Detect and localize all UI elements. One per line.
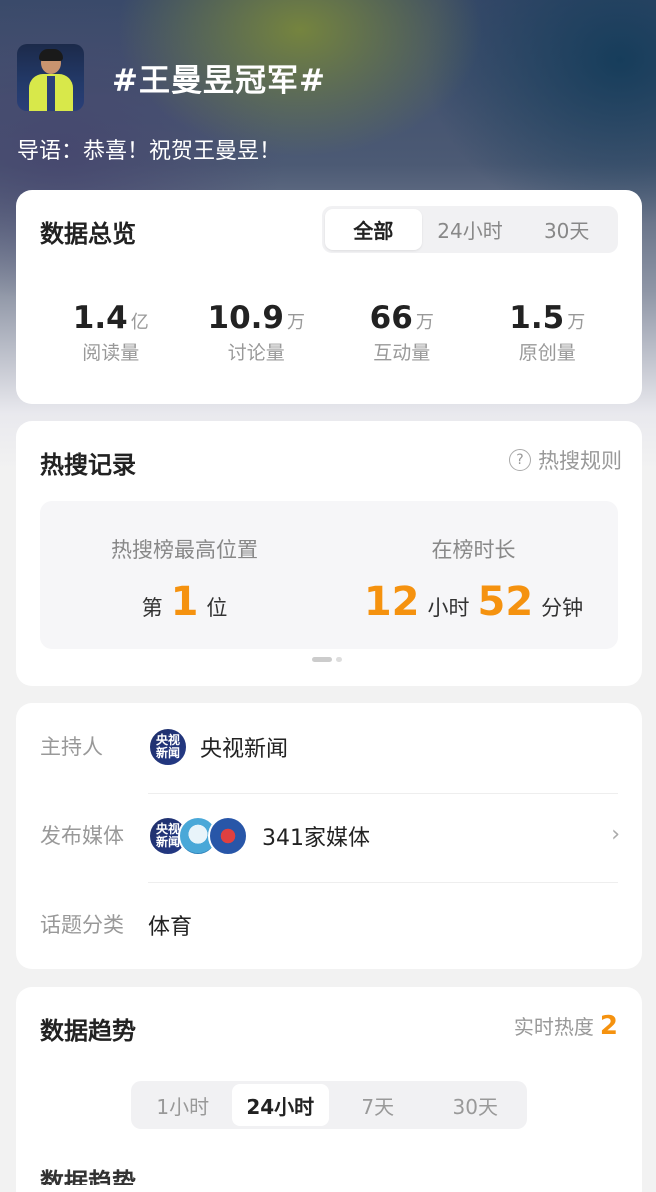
overview-time-segment: 全部 24小时 30天: [322, 206, 618, 253]
rules-label: 热搜规则: [538, 449, 622, 473]
duration-hours: 12: [363, 579, 420, 625]
tab-30d[interactable]: 30天: [427, 1084, 525, 1126]
pager-dot: [336, 657, 342, 662]
topic-info-card: 主持人 央视 新闻 央视新闻 发布媒体 央视 新闻 341家媒体 › 话题分类 体育: [16, 703, 642, 969]
overview-card: 数据总览 全部 24小时 30天 1.4 亿 阅读量 10.9 万 讨论量 66 万 …: [16, 190, 642, 404]
on-list-duration: 在榜时长 12 小时 52 分钟: [329, 501, 618, 649]
hot-search-card: 热搜记录 ? 热搜规则 热搜榜最高位置 第 1 位 在榜时长 12 小时 52 …: [16, 421, 642, 686]
media-key: 发布媒体: [40, 824, 124, 848]
duration-minutes: 52: [477, 579, 534, 625]
highest-position-value: 第 1 位: [40, 579, 329, 625]
rank-number: 1: [170, 579, 199, 625]
trend-card: 数据趋势 实时热度 2 1小时 24小时 7天 30天 数据趋势: [16, 987, 642, 1192]
stat-label: 互动量: [373, 342, 431, 364]
stat-value: 1.4: [72, 300, 128, 336]
trend-chart-title-peek: 数据趋势: [40, 1155, 170, 1185]
duration-value: 12 小时 52 分钟: [329, 579, 618, 625]
topic-avatar[interactable]: [17, 44, 84, 111]
duration-label: 在榜时长: [431, 538, 516, 562]
rank-suffix: 位: [206, 596, 228, 620]
logo-line: 新闻: [155, 746, 180, 760]
hot-search-title: 热搜记录: [40, 451, 136, 479]
stat-unit: 万: [567, 312, 586, 333]
category-row: 话题分类 体育: [16, 881, 642, 969]
category-key: 话题分类: [40, 913, 124, 937]
media-logo-stack: 央视 新闻: [148, 816, 248, 856]
realtime-label: 实时热度: [513, 1015, 594, 1039]
minutes-unit: 分钟: [541, 596, 584, 620]
pager-dots: [312, 657, 342, 662]
avatar-hair: [39, 49, 63, 61]
media-row[interactable]: 发布媒体 央视 新闻 341家媒体 ›: [16, 792, 642, 880]
chevron-right-icon: ›: [611, 822, 620, 847]
trend-title: 数据趋势: [40, 1017, 136, 1045]
media-count: 341家媒体: [262, 826, 370, 851]
highest-position-label: 热搜榜最高位置: [111, 538, 258, 562]
tab-24h[interactable]: 24小时: [422, 209, 519, 250]
hot-search-rules-link[interactable]: ? 热搜规则: [509, 445, 622, 475]
host-value[interactable]: 央视 新闻 央视新闻: [148, 725, 288, 769]
tab-all[interactable]: 全部: [325, 209, 422, 250]
stat-unit: 亿: [130, 312, 149, 333]
host-key: 主持人: [40, 735, 103, 759]
realtime-value: 2: [599, 1011, 618, 1041]
media-logo-icon: [208, 816, 248, 856]
stat-label: 阅读量: [82, 342, 140, 364]
hours-unit: 小时: [427, 596, 470, 620]
stat-label: 讨论量: [227, 342, 285, 364]
stat-reads: 1.4 亿 阅读量: [38, 300, 184, 365]
topic-title: #王曼昱冠军#: [112, 63, 326, 99]
host-row: 主持人 央视 新闻 央视新闻: [16, 703, 642, 791]
topic-guide: 导语：恭喜！祝贺王曼昱！: [17, 139, 282, 164]
highest-position: 热搜榜最高位置 第 1 位: [40, 501, 329, 649]
stat-label: 原创量: [518, 342, 576, 364]
rank-prefix: 第: [141, 596, 163, 620]
trend-time-segment: 1小时 24小时 7天 30天: [131, 1081, 527, 1129]
trend-peek-text: 数据趋势: [40, 1168, 136, 1185]
stat-unit: 万: [287, 312, 305, 333]
stat-unit: 万: [415, 312, 434, 333]
stat-discussions: 10.9 万 讨论量: [184, 300, 330, 365]
tab-30d[interactable]: 30天: [518, 209, 615, 250]
cctv-news-logo: 央视 新闻: [148, 727, 188, 767]
realtime-heat: 实时热度 2: [514, 1011, 618, 1041]
tab-7d[interactable]: 7天: [329, 1084, 427, 1126]
avatar-stripe: [47, 76, 55, 111]
stat-interactions: 66 万 互动量: [329, 300, 475, 365]
stat-value: 1.5: [509, 300, 565, 336]
category-value: 体育: [148, 915, 193, 940]
pager-dot-active: [312, 657, 332, 662]
overview-title: 数据总览: [40, 220, 136, 248]
stat-originals: 1.5 万 原创量: [475, 300, 621, 365]
logo-line: 新闻: [155, 835, 180, 849]
host-name: 央视新闻: [200, 737, 289, 762]
hot-search-record-box: 热搜榜最高位置 第 1 位 在榜时长 12 小时 52 分钟: [40, 501, 618, 649]
tab-24h[interactable]: 24小时: [231, 1084, 329, 1126]
stat-value: 10.9: [207, 300, 285, 336]
category-value-box: 体育: [148, 903, 192, 947]
topic-header: #王曼昱冠军# 导语：恭喜！祝贺王曼昱！: [0, 0, 656, 180]
stat-value: 66: [369, 300, 413, 336]
question-icon: ?: [509, 449, 531, 471]
tab-1h[interactable]: 1小时: [134, 1084, 232, 1126]
overview-stats: 1.4 亿 阅读量 10.9 万 讨论量 66 万 互动量 1.5 万 原创量: [38, 300, 620, 365]
media-value: 央视 新闻 341家媒体: [148, 814, 370, 858]
